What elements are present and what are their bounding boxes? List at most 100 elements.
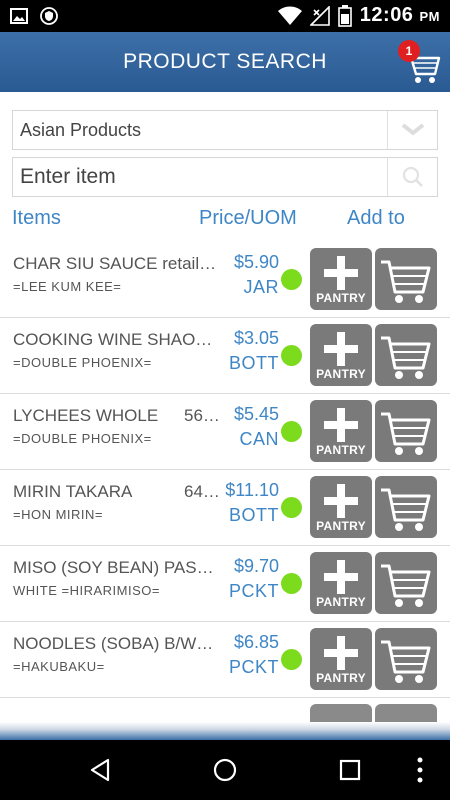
availability-indicator: [281, 421, 302, 442]
plus-icon: [324, 636, 358, 670]
category-select[interactable]: Asian Products: [12, 110, 438, 150]
pantry-label: PANTRY: [316, 519, 366, 533]
add-to-cart-button[interactable]: [375, 476, 437, 538]
product-uom: CAN: [239, 429, 279, 449]
recents-icon: [339, 759, 361, 781]
plus-icon: [324, 484, 358, 518]
availability-indicator: [281, 497, 302, 518]
no-sim-icon: [309, 5, 330, 26]
column-headers: Items Price/UOM Add to: [0, 205, 450, 235]
availability-indicator: [281, 269, 302, 290]
product-price: $6.85: [233, 632, 279, 652]
add-to-pantry-button[interactable]: PANTRY: [310, 400, 372, 462]
add-to-cart-button[interactable]: [375, 400, 437, 462]
pantry-label: PANTRY: [316, 443, 366, 457]
plus-icon: [324, 408, 358, 442]
product-price: $11.10: [225, 480, 279, 500]
product-price: $3.05: [233, 328, 279, 348]
wifi-icon: [277, 6, 302, 25]
product-uom: BOTT: [229, 353, 279, 373]
product-price: $5.45: [233, 404, 279, 424]
cart-button[interactable]: 1: [398, 40, 442, 86]
items-column-header: Items: [12, 207, 61, 229]
product-uom: PCKT: [228, 657, 279, 677]
availability-indicator: [281, 649, 302, 670]
plus-icon: [324, 332, 358, 366]
pantry-label: PANTRY: [316, 595, 366, 609]
product-brand: =LEE KUM KEE=: [13, 279, 122, 294]
back-icon: [90, 758, 110, 782]
add-to-pantry-button[interactable]: PANTRY: [310, 248, 372, 310]
add-to-cart-button[interactable]: [375, 628, 437, 690]
shopping-cart-icon: [381, 488, 431, 531]
product-uom: JAR: [243, 277, 279, 297]
product-brand: =HON MIRIN=: [13, 507, 104, 522]
search-button[interactable]: [387, 158, 437, 196]
image-icon: [10, 8, 28, 24]
availability-indicator: [281, 573, 302, 594]
pantry-label: PANTRY: [316, 291, 366, 305]
search-field: [12, 157, 438, 197]
product-name: NOODLES (SOBA) B/WH…: [13, 634, 218, 653]
add-to-pantry-button[interactable]: PANTRY: [310, 324, 372, 386]
product-brand: =HAKUBAKU=: [13, 659, 105, 674]
plus-icon: [324, 256, 358, 290]
price-column-header: Price/UOM: [199, 207, 297, 229]
app-header: PRODUCT SEARCH 1: [0, 32, 450, 92]
product-row[interactable]: LYCHEES WHOLE 56… =DOUBLE PHOENIX= $5.45 CAN…: [0, 394, 450, 470]
system-nav-bar: [0, 740, 450, 800]
clock: 12:06 PM: [359, 4, 440, 26]
status-bar: 12:06 PM: [0, 0, 450, 32]
product-name: MISO (SOY BEAN) PAST…: [13, 558, 218, 577]
product-uom: PCKT: [228, 581, 279, 601]
more-vert-icon: [417, 757, 423, 783]
shopping-cart-icon: [381, 336, 431, 379]
product-name: CHAR SIU SAUCE retail…: [13, 254, 217, 273]
add-to-cart-button[interactable]: [375, 552, 437, 614]
shopping-cart-icon: [381, 564, 431, 607]
product-row[interactable]: NOODLES (SOBA) B/WH… =HAKUBAKU= $6.85 PCKT P…: [0, 622, 450, 698]
shopping-cart-icon: [381, 260, 431, 303]
add-to-pantry-button[interactable]: PANTRY: [310, 628, 372, 690]
product-brand: =DOUBLE PHOENIX=: [13, 355, 152, 370]
product-size: 56…: [184, 406, 220, 425]
add-to-pantry-button[interactable]: PANTRY: [310, 552, 372, 614]
product-price: $9.70: [233, 556, 279, 576]
product-row[interactable]: CHAR SIU SAUCE retail… =LEE KUM KEE= $5.90…: [0, 242, 450, 318]
product-row[interactable]: COOKING WINE SHAOH… =DOUBLE PHOENIX= $3.05…: [0, 318, 450, 394]
product-size: 64…: [184, 482, 220, 501]
product-row[interactable]: MISO (SOY BEAN) PAST… WHITE =HIRARIMISO= $…: [0, 546, 450, 622]
main-content: Asian Products Items Price/UOM Add to CH…: [0, 92, 450, 740]
search-input[interactable]: [13, 158, 387, 196]
product-brand: =DOUBLE PHOENIX=: [13, 431, 152, 446]
cart-count-badge: 1: [398, 40, 420, 62]
product-uom: BOTT: [229, 505, 279, 525]
shopping-cart-icon: [381, 412, 431, 455]
category-select-value: Asian Products: [20, 120, 142, 140]
add-to-column-header: Add to: [347, 207, 405, 229]
search-icon: [402, 166, 423, 187]
product-price: $5.90: [233, 252, 279, 272]
shopping-cart-icon: [381, 640, 431, 683]
home-icon: [213, 758, 237, 782]
product-brand: WHITE =HIRARIMISO=: [13, 583, 160, 598]
pantry-label: PANTRY: [316, 367, 366, 381]
product-row[interactable]: MIRIN TAKARA 64… =HON MIRIN= $11.10 BOTT PANT…: [0, 470, 450, 546]
shield-icon: [40, 7, 58, 25]
recents-button[interactable]: [335, 755, 365, 785]
battery-icon: [337, 4, 352, 27]
overflow-menu-button[interactable]: [410, 755, 430, 785]
page-title: PRODUCT SEARCH: [123, 50, 327, 73]
dropdown-arrow[interactable]: [387, 111, 437, 149]
add-to-cart-button[interactable]: [375, 248, 437, 310]
bottom-shadow: [0, 722, 450, 740]
chevron-down-icon: [401, 123, 425, 136]
home-button[interactable]: [210, 755, 240, 785]
plus-icon: [324, 560, 358, 594]
pantry-label: PANTRY: [316, 671, 366, 685]
back-button[interactable]: [86, 755, 116, 785]
add-to-cart-button[interactable]: [375, 324, 437, 386]
add-to-pantry-button[interactable]: PANTRY: [310, 476, 372, 538]
availability-indicator: [281, 345, 302, 366]
product-name: COOKING WINE SHAOH…: [13, 330, 218, 349]
